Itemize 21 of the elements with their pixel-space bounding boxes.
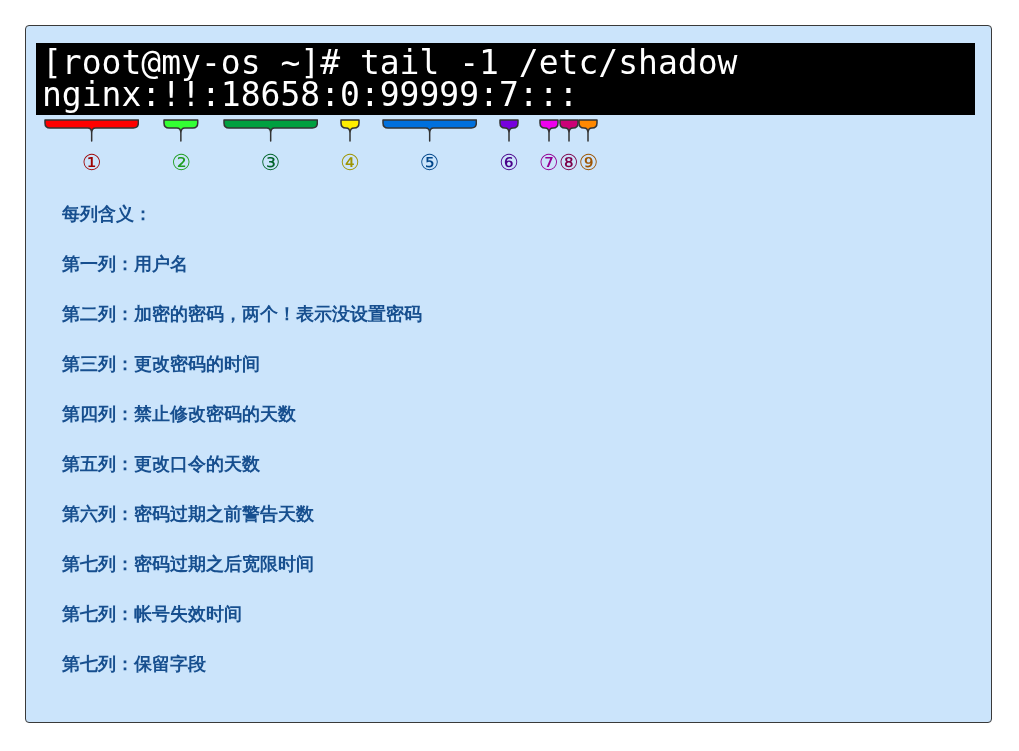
- legend-heading: 每列含义：: [62, 203, 153, 225]
- legend-item: 第一列：用户名: [62, 253, 189, 275]
- marker-number: ⑨: [578, 151, 599, 175]
- marker-number: ④: [340, 151, 360, 175]
- legend-item: 第七列：密码过期之后宽限时间: [62, 553, 315, 575]
- legend-item: 第四列：禁止修改密码的天数: [62, 403, 297, 425]
- marker-number: ⑤: [419, 151, 440, 175]
- marker-number: ③: [260, 151, 281, 175]
- legend-item: 第六列：密码过期之前警告天数: [62, 503, 315, 525]
- output-line: nginx:!!:18658:0:99999:7:::: [42, 79, 579, 111]
- marker-number: ①: [81, 151, 102, 175]
- legend-item: 第七列：帐号失效时间: [62, 603, 243, 625]
- legend-item: 第三列：更改密码的时间: [62, 353, 261, 375]
- marker-number: ⑧: [558, 151, 579, 175]
- legend-item: 第二列：加密的密码，两个！表示没设置密码: [62, 303, 423, 325]
- legend-item: 第七列：保留字段: [62, 653, 207, 675]
- legend-item: 第五列：更改口令的天数: [62, 453, 261, 475]
- marker-number: ⑥: [499, 151, 519, 175]
- marker-number: ②: [171, 151, 191, 175]
- marker-number: ⑦: [538, 151, 559, 175]
- command-line: [root@my-os ~]# tail -1 /etc/shadow: [42, 47, 739, 79]
